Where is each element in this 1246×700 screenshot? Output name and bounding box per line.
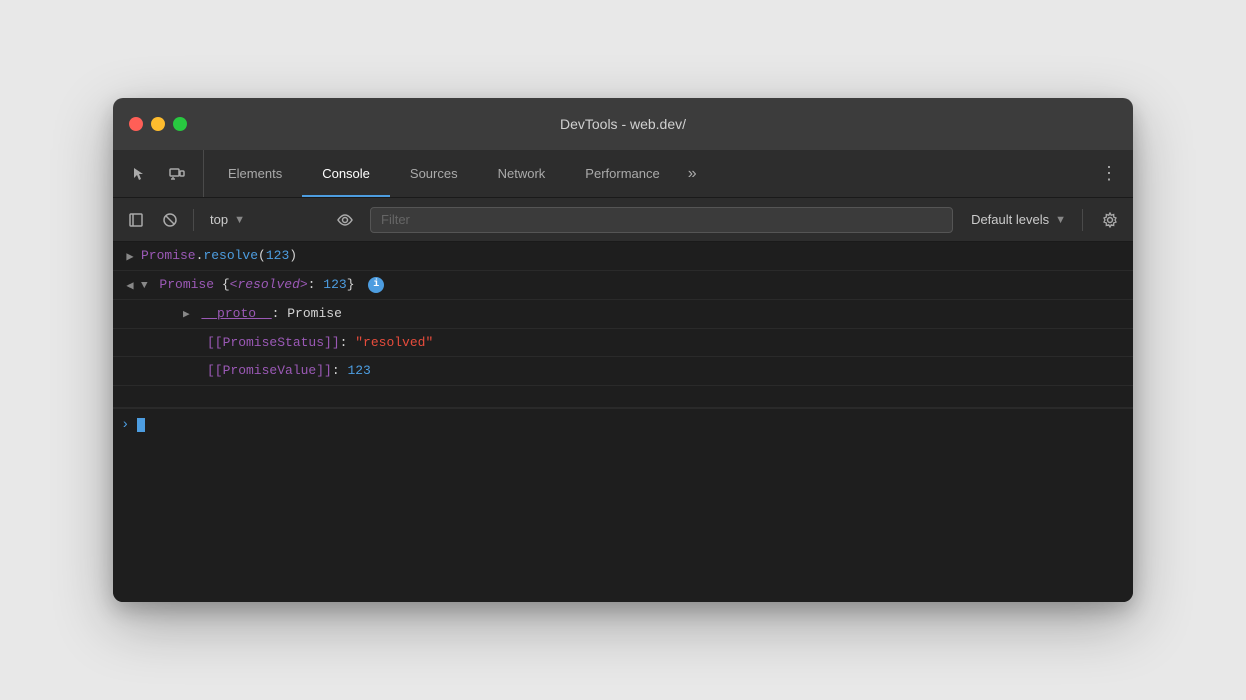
console-row-proto: ▶ __proto__: Promise (113, 300, 1133, 329)
console-cursor (137, 418, 145, 432)
settings-icon[interactable] (1095, 205, 1125, 235)
minimize-button[interactable] (151, 117, 165, 131)
device-toolbar-icon[interactable] (163, 160, 191, 188)
console-row-value: [[PromiseValue]]: 123 (113, 357, 1133, 386)
tab-elements[interactable]: Elements (208, 150, 302, 197)
devtools-icons (113, 150, 204, 197)
console-line-input: Promise.resolve(123) (141, 246, 1125, 266)
tab-network[interactable]: Network (478, 150, 566, 197)
console-row-empty (113, 386, 1133, 408)
log-levels-selector[interactable]: Default levels ▼ (963, 208, 1074, 231)
console-empty-space (113, 442, 1133, 602)
devtools-menu-button[interactable]: ⋮ (1086, 150, 1133, 197)
tab-sources[interactable]: Sources (390, 150, 478, 197)
close-button[interactable] (129, 117, 143, 131)
console-row-status: [[PromiseStatus]]: "resolved" (113, 329, 1133, 358)
filter-input[interactable] (370, 207, 953, 233)
console-toolbar: top ▼ Default levels ▼ (113, 198, 1133, 242)
window-title: DevTools - web.dev/ (560, 116, 686, 132)
console-line-proto: ▶ __proto__: Promise (159, 304, 1125, 324)
console-row-input: ▶ Promise.resolve(123) (113, 242, 1133, 271)
select-element-icon[interactable] (125, 160, 153, 188)
context-dropdown-arrow-icon: ▼ (234, 214, 245, 226)
value-gutter (137, 361, 159, 363)
console-row-promise: ◀ ▼ Promise {<resolved>: 123} i (113, 271, 1133, 300)
tab-bar: Elements Console Sources Network Perform… (113, 150, 1133, 198)
console-line-status: [[PromiseStatus]]: "resolved" (159, 333, 1125, 353)
console-output: ▶ Promise.resolve(123) ◀ ▼ Promise {<res… (113, 242, 1133, 602)
promise-collapse-icon[interactable]: ▼ (141, 278, 148, 295)
tab-console[interactable]: Console (302, 150, 390, 197)
status-gutter (137, 333, 159, 335)
live-expressions-icon[interactable] (330, 205, 360, 235)
clear-console-icon[interactable] (155, 205, 185, 235)
title-bar: DevTools - web.dev/ (113, 98, 1133, 150)
console-line-promise: ▼ Promise {<resolved>: 123} i (141, 275, 1125, 295)
row-expand-input[interactable]: ▶ (119, 246, 141, 266)
sidebar-toggle-icon[interactable] (121, 205, 151, 235)
console-line-value: [[PromiseValue]]: 123 (159, 361, 1125, 381)
traffic-lights (129, 117, 187, 131)
context-selector[interactable]: top ▼ (202, 208, 322, 231)
levels-dropdown-arrow-icon: ▼ (1055, 214, 1066, 226)
more-tabs-button[interactable]: » (680, 150, 705, 197)
maximize-button[interactable] (173, 117, 187, 131)
toolbar-divider-2 (1082, 209, 1083, 231)
row-back-arrow[interactable]: ◀ (119, 275, 141, 295)
devtools-window: DevTools - web.dev/ Elements Cons (113, 98, 1133, 602)
promise-info-badge[interactable]: i (368, 277, 384, 293)
proto-gutter (137, 304, 159, 306)
toolbar-divider (193, 209, 194, 231)
tab-performance[interactable]: Performance (565, 150, 679, 197)
proto-expand-icon[interactable]: ▶ (183, 307, 190, 324)
console-prompt-icon: › (121, 417, 129, 433)
console-input-area[interactable]: › (113, 408, 1133, 442)
